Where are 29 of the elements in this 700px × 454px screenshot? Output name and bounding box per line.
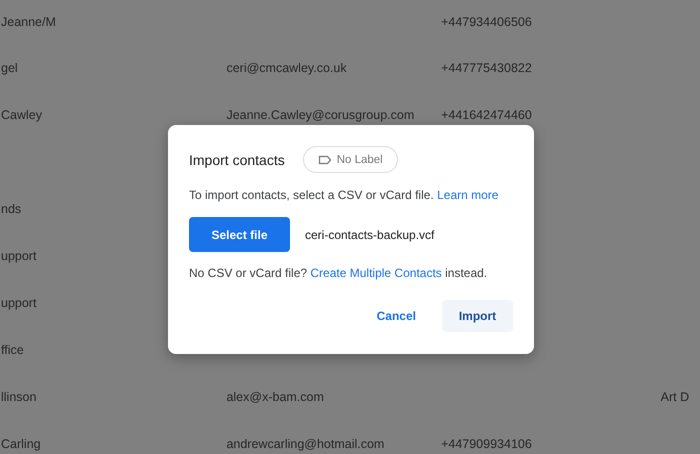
learn-more-link[interactable]: Learn more — [437, 188, 498, 202]
instructions-text: To import contacts, select a CSV or vCard file. Learn more — [189, 188, 500, 202]
alternative-text: No CSV or vCard file? Create Multiple Contacts instead. — [189, 266, 488, 280]
contact-name: upport — [1, 296, 36, 310]
dialog-title: Import contacts — [189, 152, 285, 168]
create-multiple-contacts-link[interactable]: Create Multiple Contacts — [310, 266, 442, 280]
contact-email: andrewcarling@hotmail.com — [226, 436, 384, 450]
contact-name: llinson — [1, 390, 36, 404]
contact-email: alex@x-bam.com — [226, 390, 324, 404]
contact-phone: +447934406506 — [441, 15, 532, 29]
label-icon — [318, 154, 332, 164]
label-chip[interactable]: No Label — [302, 146, 398, 173]
select-file-button[interactable]: Select file — [189, 217, 290, 252]
contact-name: Carling — [1, 436, 41, 450]
contact-email: Jeanne.Cawley@corusgroup.com — [226, 108, 414, 122]
contact-name: upport — [1, 248, 36, 262]
cancel-button[interactable]: Cancel — [360, 300, 432, 332]
contact-email: ceri@cmcawley.co.uk — [226, 60, 347, 74]
contact-phone: +447775430822 — [441, 60, 532, 74]
contact-name: Jeanne/M — [1, 15, 56, 29]
contact-name: ffice — [1, 342, 24, 356]
file-name: ceri-contacts-backup.vcf — [305, 228, 434, 242]
contact-name: Cawley — [1, 108, 42, 122]
contact-phone: +447909934106 — [441, 436, 532, 450]
contact-name: nds — [1, 202, 22, 216]
import-button[interactable]: Import — [442, 300, 513, 332]
contact-job-title: Art D — [660, 390, 690, 404]
contact-name: gel — [1, 60, 18, 74]
contact-phone: +441642474460 — [441, 108, 532, 122]
